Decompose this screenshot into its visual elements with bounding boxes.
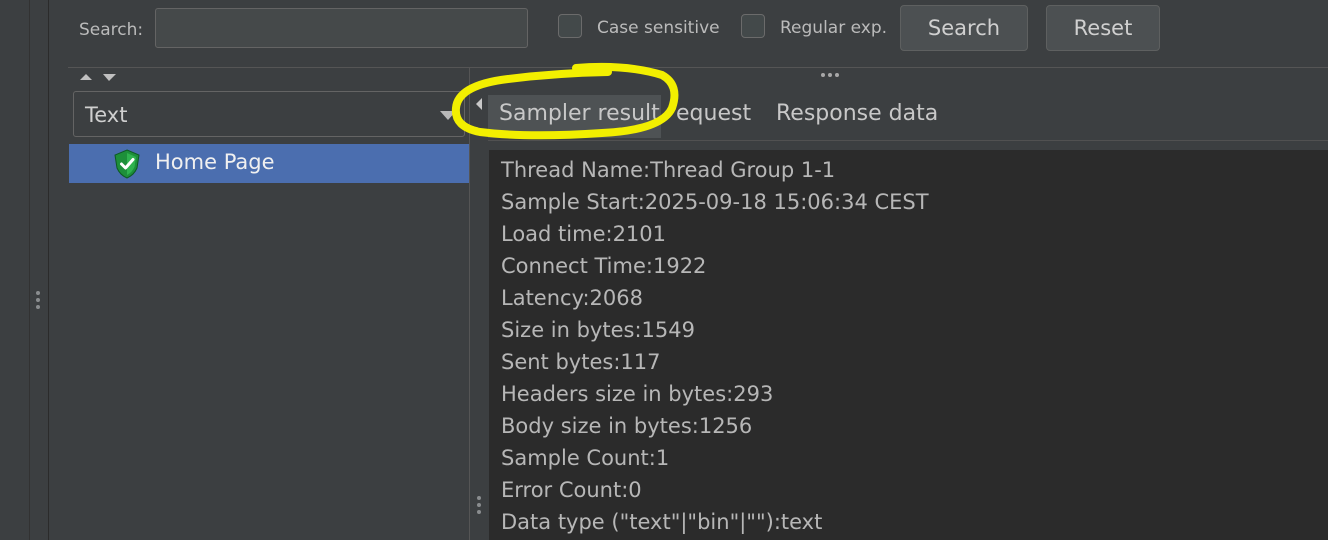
- reset-button[interactable]: Reset: [1046, 5, 1160, 51]
- search-label: Search:: [79, 20, 144, 40]
- result-line: Sent bytes:117: [501, 350, 661, 374]
- result-line: Size in bytes:1549: [501, 318, 695, 342]
- result-line: Thread Name:Thread Group 1-1: [501, 158, 836, 182]
- result-line: Latency:2068: [501, 286, 643, 310]
- splitter-grip-icon[interactable]: [821, 73, 839, 77]
- result-line: Error Count:0: [501, 478, 642, 502]
- result-line: Body size in bytes:1256: [501, 414, 753, 438]
- left-strip-divider: [29, 0, 30, 540]
- result-line: Headers size in bytes:293: [501, 382, 774, 406]
- horizontal-splitter[interactable]: [68, 67, 1328, 68]
- highlight-circle-annotation: [451, 62, 679, 140]
- result-line: Sample Count:1: [501, 446, 670, 470]
- case-sensitive-checkbox[interactable]: [558, 14, 582, 38]
- left-side-strip: [0, 0, 49, 540]
- regex-label: Regular exp.: [780, 18, 888, 38]
- result-line: Data type ("text"|"bin"|""):text: [501, 510, 823, 534]
- renderer-select-value: Text: [85, 103, 128, 127]
- tab-response-data[interactable]: Response data: [776, 101, 938, 126]
- tree-item-label: Home Page: [155, 150, 275, 174]
- left-resize-handle[interactable]: [36, 291, 41, 309]
- success-shield-icon: [114, 149, 140, 179]
- result-line: Load time:2101: [501, 222, 667, 246]
- regex-checkbox[interactable]: [741, 14, 765, 38]
- renderer-select[interactable]: Text: [73, 91, 465, 137]
- sampler-result-panel: Thread Name:Thread Group 1-1 Sample Star…: [489, 150, 1328, 540]
- search-input[interactable]: [155, 8, 528, 48]
- vertical-splitter-grip-icon[interactable]: [477, 496, 482, 514]
- splitter-arrows-icon[interactable]: [79, 72, 119, 82]
- result-line: Sample Start:2025-09-18 15:06:34 CEST: [501, 190, 929, 214]
- result-line: Connect Time:1922: [501, 254, 707, 278]
- search-button[interactable]: Search: [900, 5, 1028, 51]
- case-sensitive-label: Case sensitive: [597, 18, 720, 38]
- tree-item-home-page[interactable]: Home Page: [69, 144, 469, 183]
